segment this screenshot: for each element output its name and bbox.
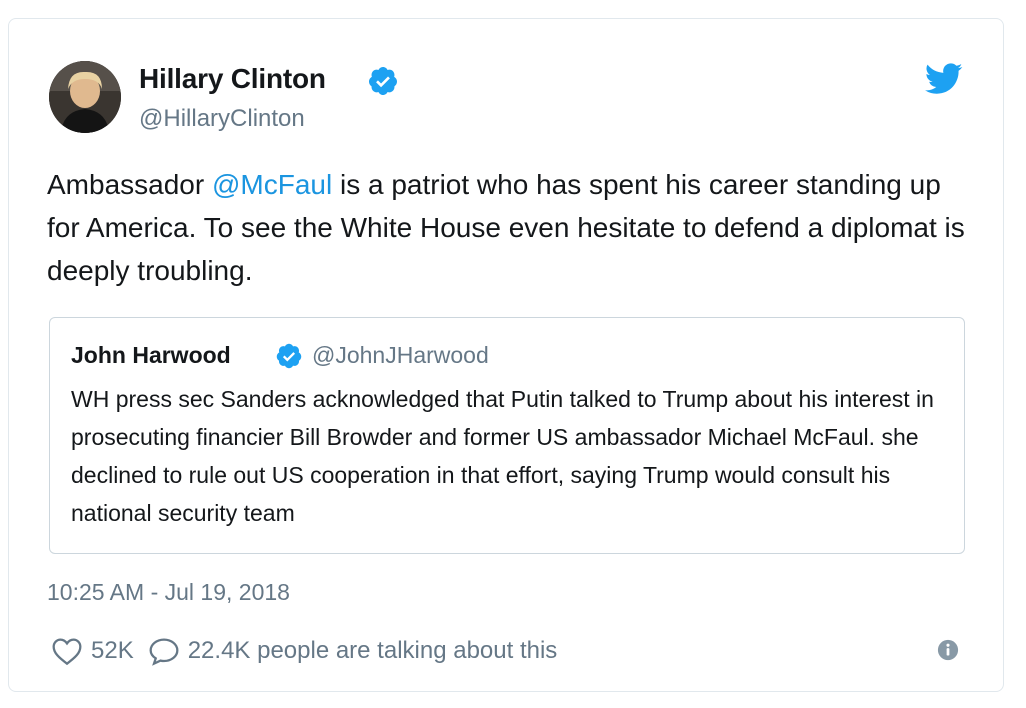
author-handle[interactable]: @HillaryClinton: [139, 105, 305, 133]
verified-badge-icon: [368, 67, 397, 95]
quoted-author-name: John Harwood: [71, 342, 231, 368]
info-icon[interactable]: [937, 639, 959, 661]
heart-icon[interactable]: [51, 636, 83, 666]
twitter-bird-icon[interactable]: [925, 63, 963, 95]
tweet-timestamp[interactable]: 10:25 AM - Jul 19, 2018: [47, 579, 290, 606]
tweet-text-start: Ambassador: [47, 169, 212, 200]
quoted-tweet[interactable]: John Harwood @JohnJHarwood WH press sec …: [49, 317, 965, 554]
mention-link[interactable]: @McFaul: [212, 169, 332, 200]
like-count[interactable]: 52K: [91, 637, 134, 665]
author-name[interactable]: Hillary Clinton: [139, 63, 326, 95]
quoted-tweet-text: WH press sec Sanders acknowledged that P…: [71, 386, 934, 526]
action-bar: 52K 22.4K people are talking about this: [51, 633, 557, 669]
verified-badge-icon: [276, 343, 302, 369]
speech-bubble-icon[interactable]: [148, 636, 180, 666]
avatar[interactable]: [49, 61, 121, 133]
quoted-author-handle: @JohnJHarwood: [312, 342, 489, 368]
tweet-card[interactable]: Hillary Clinton @HillaryClinton Ambassad…: [8, 18, 1004, 692]
conversation-count[interactable]: 22.4K people are talking about this: [188, 637, 558, 665]
tweet-text: Ambassador @McFaul is a patriot who has …: [47, 163, 967, 292]
